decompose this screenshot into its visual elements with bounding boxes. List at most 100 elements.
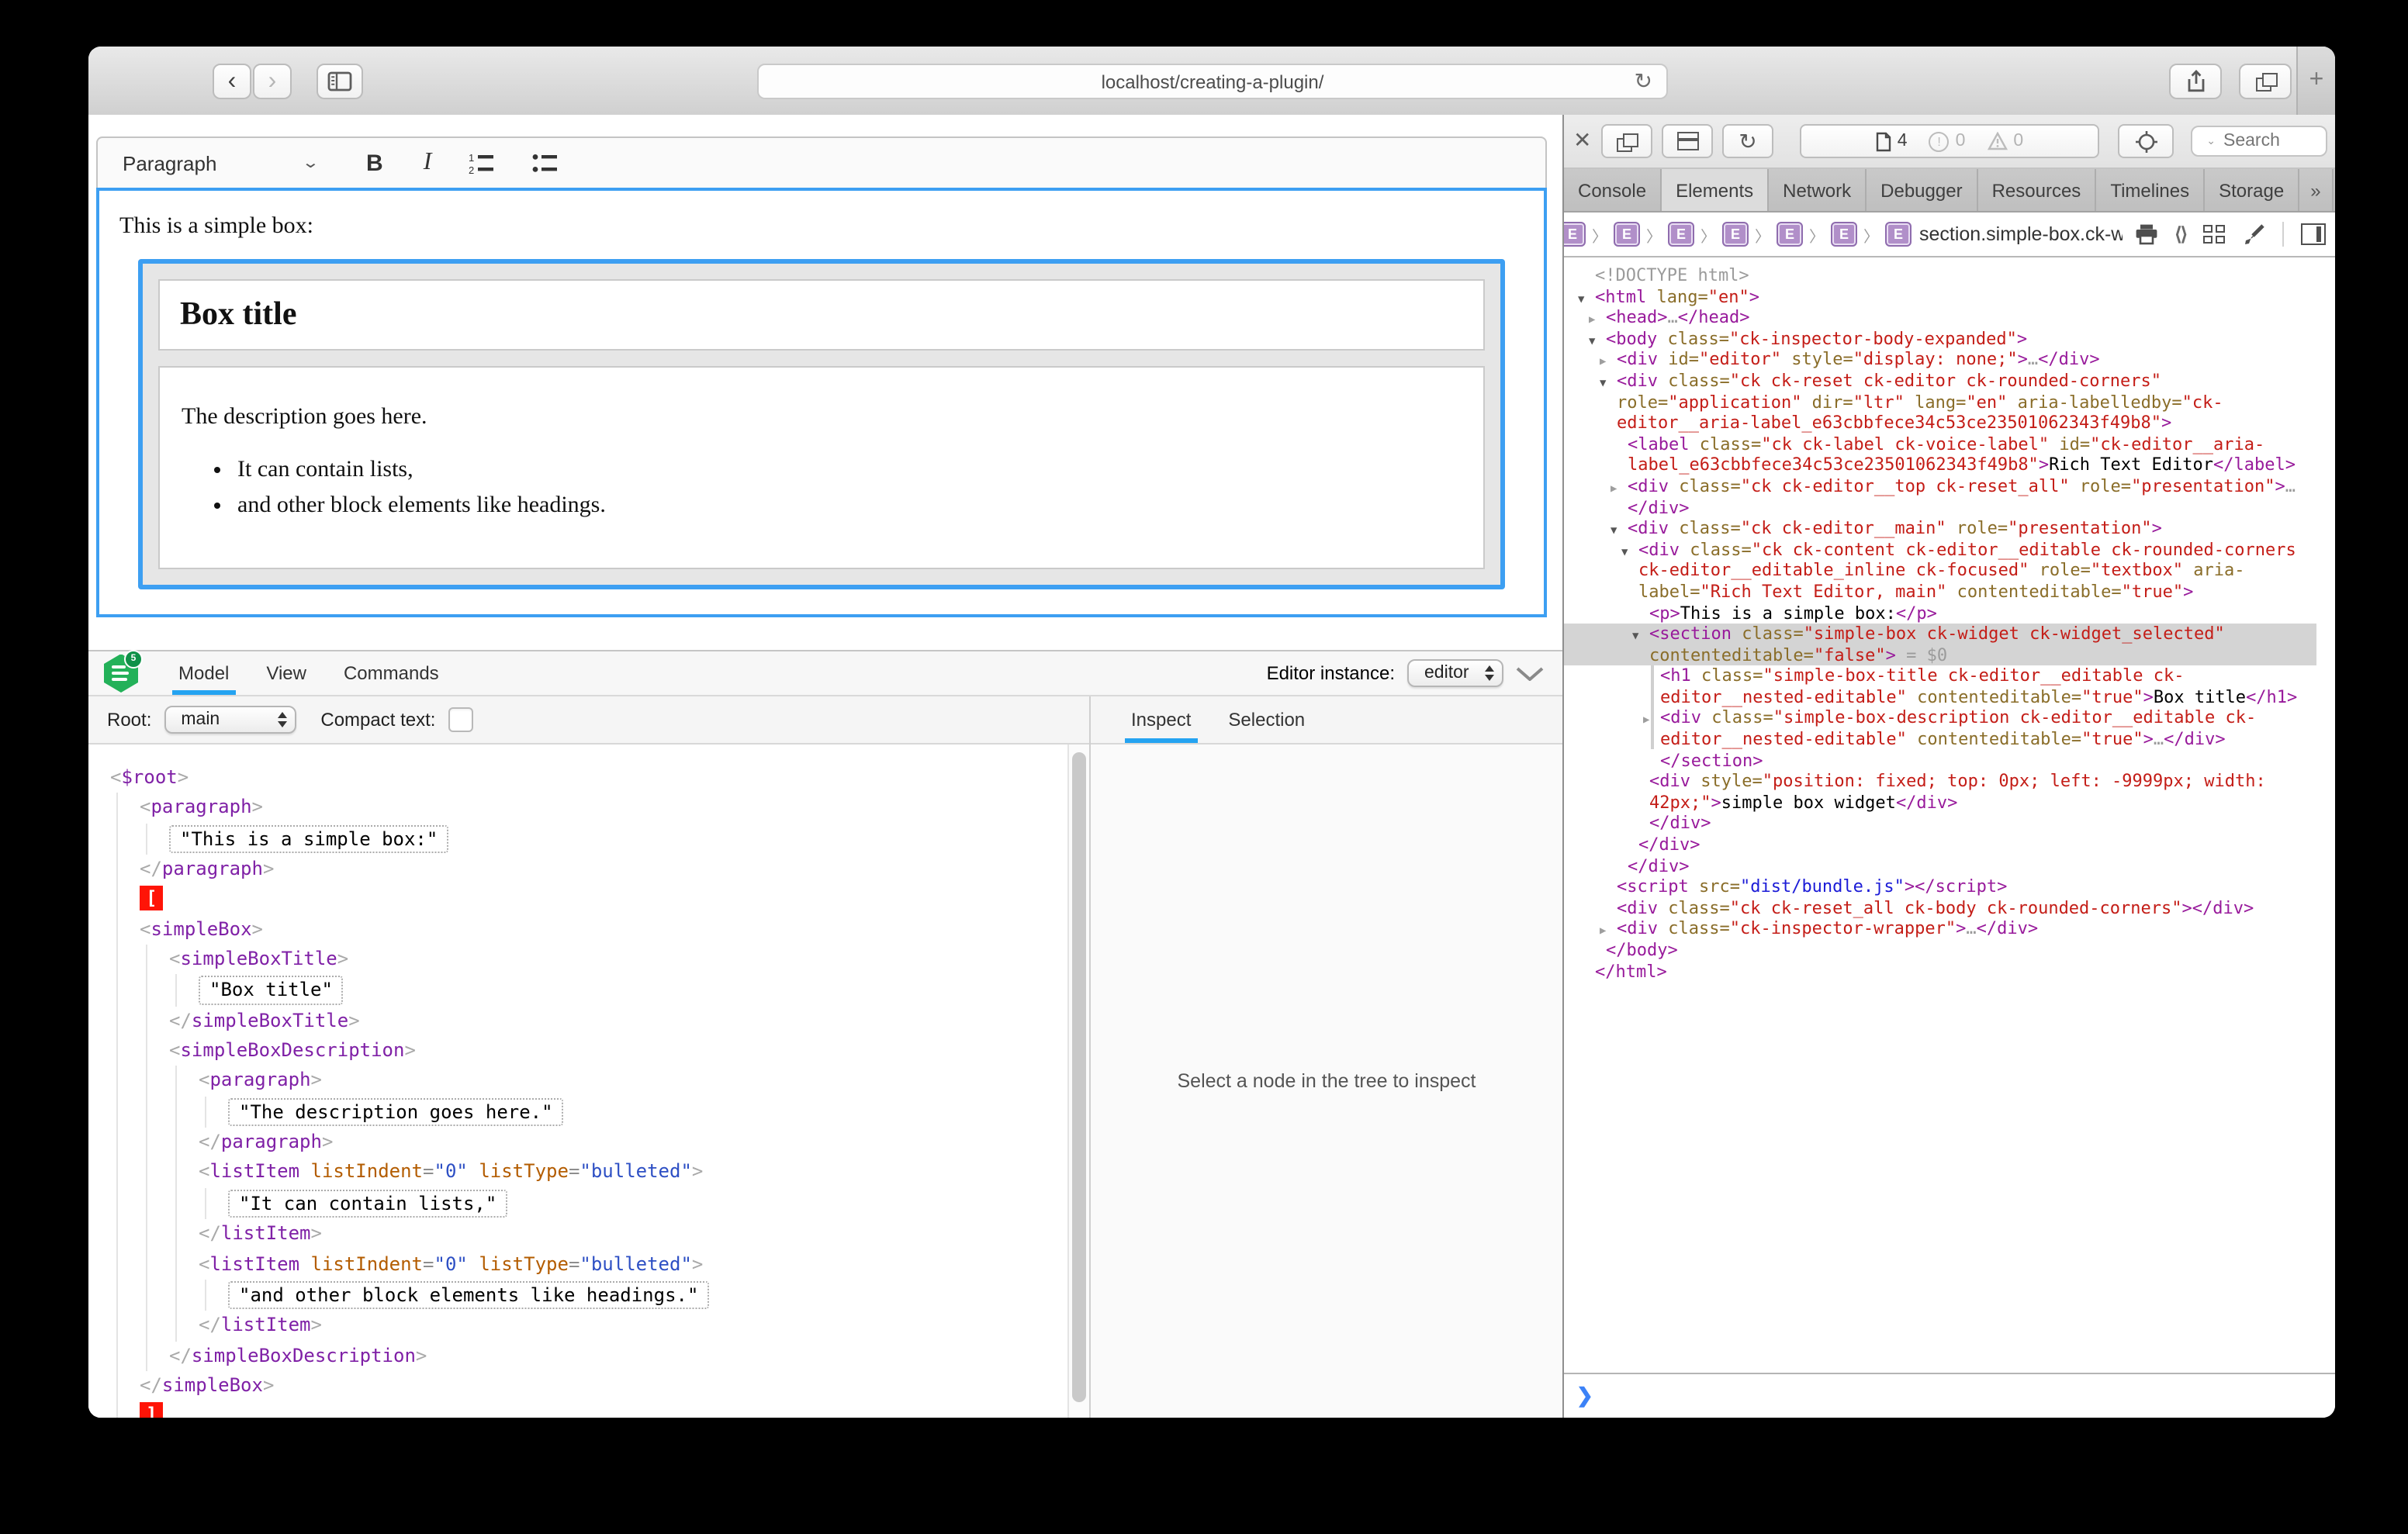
model-node[interactable]: </simpleBoxDescription> [169,1341,1058,1371]
dom-tree-node[interactable]: ▼<section class="simple-box ck-widget ck… [1564,624,2316,665]
intro-paragraph[interactable]: This is a simple box: [119,214,1524,240]
model-tree-scrollbar[interactable] [1067,745,1089,1418]
model-node[interactable]: <simpleBox> [140,914,1058,945]
dom-tree-node[interactable]: </html> [1564,961,2316,982]
show-source-icon[interactable]: ⟨⟩ [2174,223,2186,245]
search-input[interactable] [2220,130,2316,152]
element-badge-icon[interactable]: E [1614,222,1640,247]
model-node[interactable]: <listItem listIndent="0" listType="bulle… [199,1158,1058,1188]
new-tab-button[interactable]: + [2296,47,2335,115]
dom-tree-node[interactable]: ▶<div class="simple-box-description ck-e… [1564,708,2316,750]
description-paragraph[interactable]: The description goes here. [182,405,1462,431]
model-node[interactable]: </simpleBox> [140,1371,1058,1401]
inspector-tab-elements[interactable]: Elements [1662,169,1769,211]
bold-button[interactable]: B [366,150,383,176]
editor-instance-select[interactable]: editor [1407,659,1503,687]
model-node[interactable]: <simpleBoxDescription> [169,1036,1058,1066]
quick-console[interactable]: ❯ [1564,1373,2335,1418]
dom-tree-node[interactable]: <h1 class="simple-box-title ck-editor__e… [1564,666,2316,708]
show-all-tabs-button[interactable] [2239,64,2292,99]
element-badge-icon[interactable]: E [1722,222,1749,247]
model-node[interactable]: </listItem> [199,1311,1058,1342]
compact-text-checkbox[interactable] [448,707,472,732]
dom-tree-node[interactable]: <div style="position: fixed; top: 0px; l… [1564,772,2316,814]
expand-node-icon[interactable]: ▶ [1611,479,1617,500]
dom-tree-node[interactable]: ▶<head>…</head> [1564,307,2316,328]
description-bullet-list[interactable]: It can contain lists, and other block ele… [182,456,1462,521]
italic-button[interactable]: I [424,149,432,177]
address-bar[interactable]: localhost/creating-a-plugin/ ↻ [757,64,1668,99]
model-node[interactable]: </listItem> [199,1220,1058,1250]
dom-tree[interactable]: <!DOCTYPE html>▼<html lang="en">▶<head>…… [1564,257,2335,1373]
editor-editable-area[interactable]: This is a simple box: Box title The desc… [96,188,1547,617]
inspector-tab-storage[interactable]: Storage [2205,169,2299,211]
bullet-item[interactable]: and other block elements like headings. [237,492,1462,521]
inspector-tab-debugger[interactable]: Debugger [1867,169,1977,211]
dom-tree-node[interactable]: </div> [1564,834,2316,855]
model-node[interactable]: </paragraph> [140,855,1058,885]
dom-tree-node[interactable]: <div class="ck ck-reset_all ck-body ck-r… [1564,898,2316,919]
add-tab-button[interactable]: + [2334,169,2335,211]
dom-tree-node[interactable]: <p>This is a simple box:</p> [1564,603,2316,624]
scrollbar-thumb[interactable] [1072,752,1086,1402]
ck-tab-view[interactable]: View [247,651,325,695]
collapse-node-icon[interactable]: ▼ [1632,627,1638,648]
dock-bottom-button[interactable] [1662,124,1713,158]
detach-inspector-button[interactable] [1601,124,1652,158]
model-node[interactable]: <paragraph> [140,793,1058,824]
dom-tree-node[interactable]: </div> [1564,814,2316,834]
simple-box-title-field[interactable]: Box title [158,279,1485,351]
dom-tree-node[interactable]: </section> [1564,750,2316,771]
heading-dropdown[interactable]: Paragraph ⌄ [123,151,317,174]
close-inspector-button[interactable]: ✕ [1573,127,1591,154]
root-select[interactable]: main [164,706,296,734]
element-picker-button[interactable] [2118,124,2174,158]
resource-status-button[interactable]: 4 ! 0 0 [1800,124,2099,158]
dom-tree-node[interactable]: ▶<div class="ck-inspector-wrapper">…</di… [1564,919,2316,940]
inspector-tab-timelines[interactable]: Timelines [2096,169,2205,211]
model-text-node[interactable]: "and other block elements like headings.… [228,1281,709,1310]
dom-tree-node[interactable]: <script src="dist/bundle.js"></script> [1564,876,2316,897]
print-icon[interactable] [2134,223,2157,245]
reload-icon[interactable]: ↻ [1635,68,1652,95]
layout-grid-icon[interactable] [2203,225,2225,244]
inspector-tab-network[interactable]: Network [1769,169,1867,211]
dom-tree-node[interactable]: ▶<div class="ck ck-editor__top ck-reset_… [1564,476,2316,518]
node-tab-inspect[interactable]: Inspect [1112,696,1209,743]
tab-overflow-button[interactable]: » [2299,169,2333,211]
dom-tree-node[interactable]: ▼<body class="ck-inspector-body-expanded… [1564,329,2316,350]
simple-box-description-field[interactable]: The description goes here. It can contai… [158,366,1485,569]
search-options-chevron-icon[interactable]: ⌄ [2206,135,2216,147]
model-text-node[interactable]: "This is a simple box:" [169,824,448,853]
box-title-heading[interactable]: Box title [180,295,1483,333]
dom-tree-node[interactable]: ▼<html lang="en"> [1564,286,2316,307]
bullet-item[interactable]: It can contain lists, [237,456,1462,485]
model-node[interactable]: <$root> [110,763,1058,793]
node-tab-selection[interactable]: Selection [1209,696,1323,743]
forward-button[interactable]: › [253,64,292,99]
dom-tree-node[interactable]: </body> [1564,940,2316,961]
element-badge-icon[interactable]: E [1885,222,1912,247]
dom-tree-node[interactable]: </div> [1564,855,2316,876]
ck-tab-commands[interactable]: Commands [325,651,458,695]
model-text-node[interactable]: "The description goes here." [228,1097,564,1126]
model-node[interactable]: <listItem listIndent="0" listType="bulle… [199,1249,1058,1280]
element-badge-icon[interactable]: E [1668,222,1694,247]
element-badge-icon[interactable]: E [1564,222,1586,247]
model-text-node[interactable]: "It can contain lists," [228,1190,507,1218]
ck-tab-model[interactable]: Model [160,651,247,695]
dom-tree-node[interactable]: <!DOCTYPE html> [1564,265,2316,286]
bulleted-list-button[interactable] [532,151,559,174]
collapse-node-icon[interactable]: ▼ [1621,542,1628,563]
expand-node-icon[interactable]: ▶ [1643,711,1649,732]
dom-tree-node[interactable]: ▼<div class="ck ck-reset ck-editor ck-ro… [1564,371,2316,434]
inspector-tab-console[interactable]: Console [1564,169,1662,211]
inspector-search-field[interactable]: ⌄ [2191,126,2327,157]
dom-tree-node[interactable]: <label class="ck ck-label ck-voice-label… [1564,434,2316,476]
inspector-reload-button[interactable]: ↻ [1722,124,1773,158]
model-node[interactable]: <paragraph> [199,1066,1058,1097]
model-text-node[interactable]: "Box title" [199,976,344,1005]
simple-box-widget[interactable]: Box title The description goes here. It … [138,259,1505,589]
inspector-tab-resources[interactable]: Resources [1978,169,2097,211]
element-badge-icon[interactable]: E [1777,222,1803,247]
